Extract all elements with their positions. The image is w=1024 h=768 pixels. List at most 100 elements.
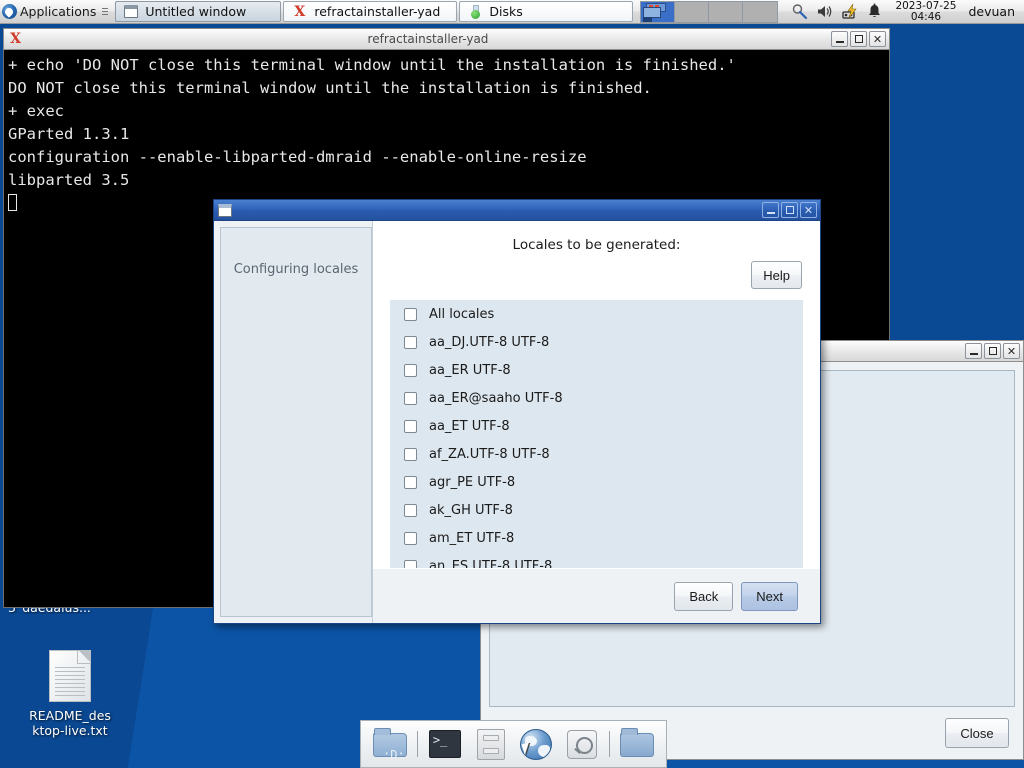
document-lines	[55, 667, 85, 699]
locale-checkbox[interactable]	[404, 307, 417, 321]
locale-row[interactable]: aa_ET UTF-8	[390, 412, 803, 440]
locale-row[interactable]: All locales	[390, 300, 803, 328]
locales-list[interactable]: All locales aa_DJ.UTF-8 UTF-8 aa_ER UTF-8 a…	[389, 299, 804, 569]
locales-body: Configuring locales Locales to be genera…	[213, 221, 821, 624]
locale-checkbox[interactable]	[404, 531, 417, 545]
locale-row[interactable]: am_ET UTF-8	[390, 524, 803, 552]
dock-item-web-browser[interactable]	[517, 725, 555, 763]
dock-item-terminal[interactable]: >_	[426, 725, 464, 763]
locale-label: am_ET UTF-8	[429, 530, 515, 546]
system-tray: 2023-07-25 04:46 devuan	[791, 0, 1024, 23]
locale-checkbox[interactable]	[404, 391, 417, 405]
taskbar-label: Untitled window	[145, 4, 247, 19]
clock[interactable]: 2023-07-25 04:46	[891, 0, 960, 23]
dock-separator-1	[416, 731, 418, 757]
next-button[interactable]: Next	[741, 581, 798, 611]
workspace-1[interactable]	[641, 1, 676, 22]
terminal-cursor	[8, 194, 17, 211]
desktop-icon-label-line2: ktop-live.txt	[32, 723, 108, 738]
close-button[interactable]: Close	[945, 718, 1009, 748]
help-button[interactable]: Help	[751, 261, 802, 289]
workspace-3[interactable]	[709, 1, 744, 22]
locale-label: aa_ET UTF-8	[429, 418, 510, 434]
terminal-line-4: configuration --enable-libparted-dmraid …	[8, 148, 587, 166]
folder-icon	[620, 728, 655, 757]
locale-row[interactable]: agr_PE UTF-8	[390, 468, 803, 496]
maximize-button[interactable]	[781, 202, 798, 218]
dock-separator-2	[609, 731, 611, 757]
workspace-4[interactable]	[743, 1, 778, 22]
terminal-titlebar[interactable]: X refractainstaller-yad ✕	[3, 28, 890, 50]
xterm-icon: X	[294, 3, 306, 20]
locale-checkbox[interactable]	[404, 559, 417, 568]
minimize-button[interactable]	[965, 343, 982, 359]
dock-item-file-cabinet[interactable]	[472, 725, 510, 763]
applications-menu-button[interactable]: Applications	[0, 1, 114, 23]
taskbar-button-refractainstaller-yad[interactable]: X refractainstaller-yad	[283, 1, 458, 22]
key-magnifier-icon[interactable]	[791, 3, 808, 20]
locale-row[interactable]: aa_DJ.UTF-8 UTF-8	[390, 328, 803, 356]
bell-notification-icon[interactable]	[866, 3, 883, 20]
file-cabinet-icon	[476, 729, 505, 760]
locale-checkbox[interactable]	[404, 503, 417, 517]
dock-panel: :D: >_	[360, 720, 667, 768]
terminal-icon: >_	[428, 730, 461, 758]
desktop-icon-readme[interactable]: README_des ktop-live.txt	[16, 650, 124, 738]
workspace-switcher[interactable]	[640, 0, 779, 23]
locale-label: aa_DJ.UTF-8 UTF-8	[429, 334, 550, 350]
locale-label: af_ZA.UTF-8 UTF-8	[429, 446, 550, 462]
close-button[interactable]: ✕	[800, 202, 817, 218]
minimize-button[interactable]	[831, 31, 848, 47]
top-panel: Applications Untitled window X refractai…	[0, 0, 1024, 24]
locale-label: agr_PE UTF-8	[429, 474, 516, 490]
workspace-2[interactable]	[675, 1, 710, 22]
speaker-volume-icon[interactable]	[816, 3, 833, 20]
text-document-icon	[49, 650, 91, 702]
locale-row[interactable]: aa_ER@saaho UTF-8	[390, 384, 803, 412]
locale-row[interactable]: af_ZA.UTF-8 UTF-8	[390, 440, 803, 468]
minimize-button[interactable]	[762, 202, 779, 218]
window-icon	[218, 203, 232, 217]
desktop-icon-label-line1: README_des	[29, 708, 111, 723]
locales-sidebar: Configuring locales	[220, 227, 372, 617]
locale-label: All locales	[429, 306, 495, 322]
taskbar-button-untitled-window[interactable]: Untitled window	[115, 1, 282, 22]
locale-checkbox[interactable]	[404, 419, 417, 433]
locale-checkbox[interactable]	[404, 447, 417, 461]
maximize-button[interactable]	[984, 343, 1001, 359]
back-button[interactable]: Back	[674, 581, 734, 611]
taskbar-button-disks[interactable]: Disks	[459, 1, 634, 22]
folder-d-icon: :D:	[373, 728, 407, 762]
terminal-window-buttons: ✕	[831, 31, 886, 47]
locales-window-buttons: ✕	[762, 202, 817, 218]
power-lightning-icon[interactable]	[841, 3, 858, 20]
disks-window-buttons: ✕	[965, 343, 1020, 359]
locales-titlebar[interactable]: ✕	[213, 199, 821, 221]
locales-main-pane: Locales to be generated: Help All locale…	[372, 221, 820, 623]
locales-dialog[interactable]: ✕ Configuring locales Locales to be gene…	[213, 199, 821, 624]
terminal-line-1: DO NOT close this terminal window until …	[8, 79, 652, 97]
terminal-title: refractainstaller-yad	[367, 32, 489, 46]
dock-item-file-manager[interactable]	[618, 725, 656, 763]
terminal-line-2: + exec	[8, 102, 64, 120]
locale-row[interactable]: ak_GH UTF-8	[390, 496, 803, 524]
menu-grip-icon	[102, 8, 109, 15]
locales-help-row: Help	[373, 253, 820, 289]
dock-item-home-folder[interactable]: :D:	[371, 725, 409, 763]
close-button[interactable]: ✕	[1003, 343, 1020, 359]
terminal-line-3: GParted 1.3.1	[8, 125, 130, 143]
locale-row[interactable]: an_ES.UTF-8 UTF-8	[390, 552, 803, 569]
dock-item-search[interactable]	[563, 725, 601, 763]
username-label[interactable]: devuan	[968, 4, 1017, 19]
locale-label: an_ES.UTF-8 UTF-8	[429, 558, 553, 569]
magnifier-search-icon	[567, 730, 598, 759]
maximize-button[interactable]	[850, 31, 867, 47]
locale-checkbox[interactable]	[404, 363, 417, 377]
locale-checkbox[interactable]	[404, 335, 417, 349]
close-button[interactable]: ✕	[869, 31, 886, 47]
locale-checkbox[interactable]	[404, 475, 417, 489]
applications-menu-label: Applications	[20, 4, 97, 19]
terminal-line-0: + echo 'DO NOT close this terminal windo…	[8, 56, 736, 74]
locale-label: aa_ER@saaho UTF-8	[429, 390, 563, 406]
locale-row[interactable]: aa_ER UTF-8	[390, 356, 803, 384]
